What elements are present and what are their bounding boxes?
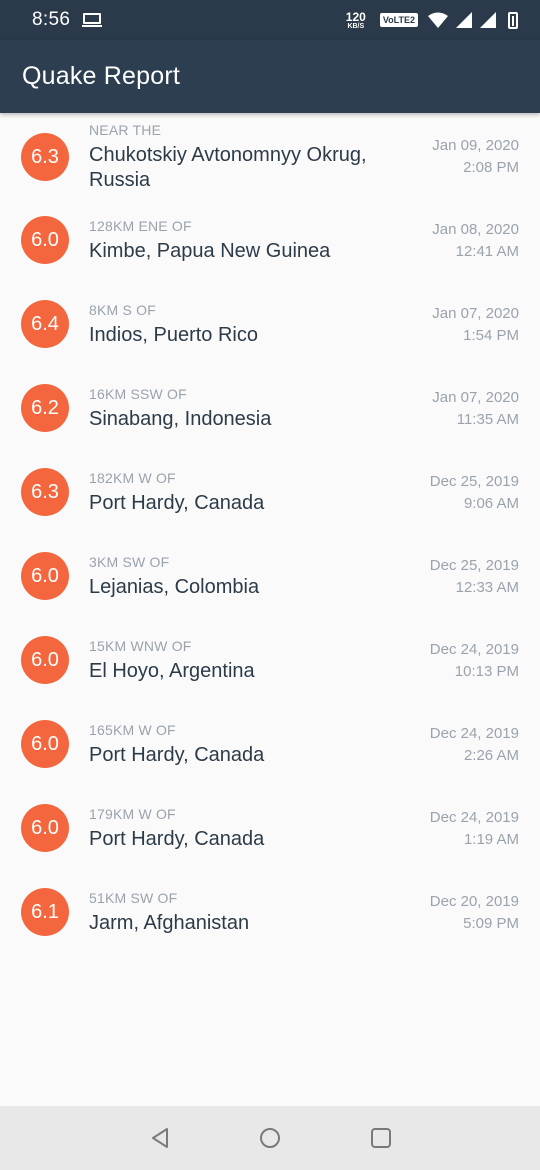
location-offset: 182KM W OF (89, 470, 176, 486)
magnitude-circle: 6.4 (21, 300, 69, 348)
primary-location-line2: Russia (89, 169, 151, 191)
magnitude-circle: 6.3 (21, 468, 69, 516)
status-bar: 8:56 120 KB/S VoLTE2 (0, 0, 540, 40)
quake-date: Dec 24, 2019 (429, 725, 519, 742)
magnitude-circle: 6.0 (21, 216, 69, 264)
list-item[interactable]: 6.0 15KM WNW OF El Hoyo, Argentina Dec 2… (0, 625, 540, 709)
quake-date: Dec 25, 2019 (429, 557, 519, 574)
primary-location: Port Hardy, Canada (89, 492, 265, 514)
quake-time: 12:33 AM (455, 579, 519, 596)
quake-date: Jan 07, 2020 (432, 305, 519, 322)
magnitude-circle: 6.1 (21, 888, 69, 936)
app-title: Quake Report (22, 62, 181, 90)
list-item[interactable]: 6.3 NEAR THE Chukotskiy Avtonomnyy Okrug… (0, 113, 540, 205)
list-item[interactable]: 6.3 182KM W OF Port Hardy, Canada Dec 25… (0, 457, 540, 541)
recents-icon[interactable] (369, 1126, 393, 1150)
phone-screen: 8:56 120 KB/S VoLTE2 Quake Report 6.3 NE… (0, 0, 540, 1170)
primary-location: Port Hardy, Canada (89, 744, 265, 766)
quake-date: Jan 08, 2020 (432, 221, 519, 238)
quake-time: 12:41 AM (455, 243, 519, 260)
quake-date: Jan 07, 2020 (432, 389, 519, 406)
location-offset: 51KM SW OF (89, 890, 178, 906)
quake-date: Dec 24, 2019 (429, 809, 519, 826)
network-speed-value: 120 (345, 9, 366, 24)
list-item[interactable]: 6.0 128KM ENE OF Kimbe, Papua New Guinea… (0, 205, 540, 289)
earthquake-list[interactable]: 6.3 NEAR THE Chukotskiy Avtonomnyy Okrug… (0, 113, 540, 961)
primary-location: Indios, Puerto Rico (89, 324, 258, 346)
primary-location: Sinabang, Indonesia (89, 408, 272, 430)
location-offset: 179KM W OF (89, 806, 176, 822)
primary-location: El Hoyo, Argentina (89, 660, 255, 682)
location-offset: 16KM SSW OF (89, 386, 187, 402)
list-item[interactable]: 6.0 165KM W OF Port Hardy, Canada Dec 24… (0, 709, 540, 793)
battery-icon (508, 11, 518, 29)
magnitude-circle: 6.2 (21, 384, 69, 432)
primary-location: Port Hardy, Canada (89, 828, 265, 850)
quake-date: Dec 20, 2019 (429, 893, 519, 910)
quake-date: Dec 25, 2019 (429, 473, 519, 490)
magnitude-circle: 6.0 (21, 552, 69, 600)
list-item[interactable]: 6.1 51KM SW OF Jarm, Afghanistan Dec 20,… (0, 877, 540, 961)
location-offset: 128KM ENE OF (89, 218, 192, 234)
magnitude-circle: 6.0 (21, 720, 69, 768)
quake-time: 5:09 PM (463, 915, 519, 932)
signal-icon (456, 12, 472, 28)
magnitude-circle: 6.0 (21, 636, 69, 684)
home-icon[interactable] (258, 1126, 282, 1150)
app-bar: Quake Report (0, 40, 540, 113)
volte-badge: VoLTE2 (379, 13, 418, 27)
quake-time: 1:54 PM (463, 327, 519, 344)
signal-icon-2 (480, 12, 496, 28)
location-offset: NEAR THE (89, 122, 162, 138)
primary-location: Chukotskiy Avtonomnyy Okrug, Russia (89, 143, 399, 193)
quake-time: 2:08 PM (463, 159, 519, 176)
quake-time: 9:06 AM (463, 495, 519, 512)
list-item[interactable]: 6.0 179KM W OF Port Hardy, Canada Dec 24… (0, 793, 540, 877)
primary-location: Jarm, Afghanistan (89, 912, 250, 934)
network-speed: 120 KB/S (346, 11, 366, 30)
primary-location: Lejanias, Colombia (89, 576, 260, 598)
quake-time: 11:35 AM (456, 411, 519, 428)
magnitude-circle: 6.0 (21, 804, 69, 852)
navigation-bar (0, 1106, 540, 1170)
quake-time: 10:13 PM (454, 663, 519, 680)
list-item[interactable]: 6.4 8KM S OF Indios, Puerto Rico Jan 07,… (0, 289, 540, 373)
magnitude-circle: 6.3 (21, 133, 69, 181)
screen-cast-icon (82, 13, 103, 27)
list-item[interactable]: 6.2 16KM SSW OF Sinabang, Indonesia Jan … (0, 373, 540, 457)
status-time: 8:56 (32, 9, 71, 30)
primary-location-line1: Chukotskiy Avtonomnyy Okrug, (89, 144, 367, 166)
status-icons: 120 KB/S VoLTE2 (346, 11, 518, 30)
location-offset: 15KM WNW OF (89, 638, 192, 654)
quake-time: 2:26 AM (463, 747, 519, 764)
quake-date: Dec 24, 2019 (429, 641, 519, 658)
wifi-icon (428, 12, 448, 28)
primary-location: Kimbe, Papua New Guinea (89, 240, 331, 262)
quake-date: Jan 09, 2020 (432, 137, 519, 154)
quake-time: 1:19 AM (463, 831, 519, 848)
back-icon[interactable] (148, 1126, 172, 1150)
location-offset: 3KM SW OF (89, 554, 170, 570)
list-item[interactable]: 6.0 3KM SW OF Lejanias, Colombia Dec 25,… (0, 541, 540, 625)
location-offset: 8KM S OF (89, 302, 156, 318)
network-speed-unit: KB/S (347, 22, 365, 30)
location-offset: 165KM W OF (89, 722, 176, 738)
